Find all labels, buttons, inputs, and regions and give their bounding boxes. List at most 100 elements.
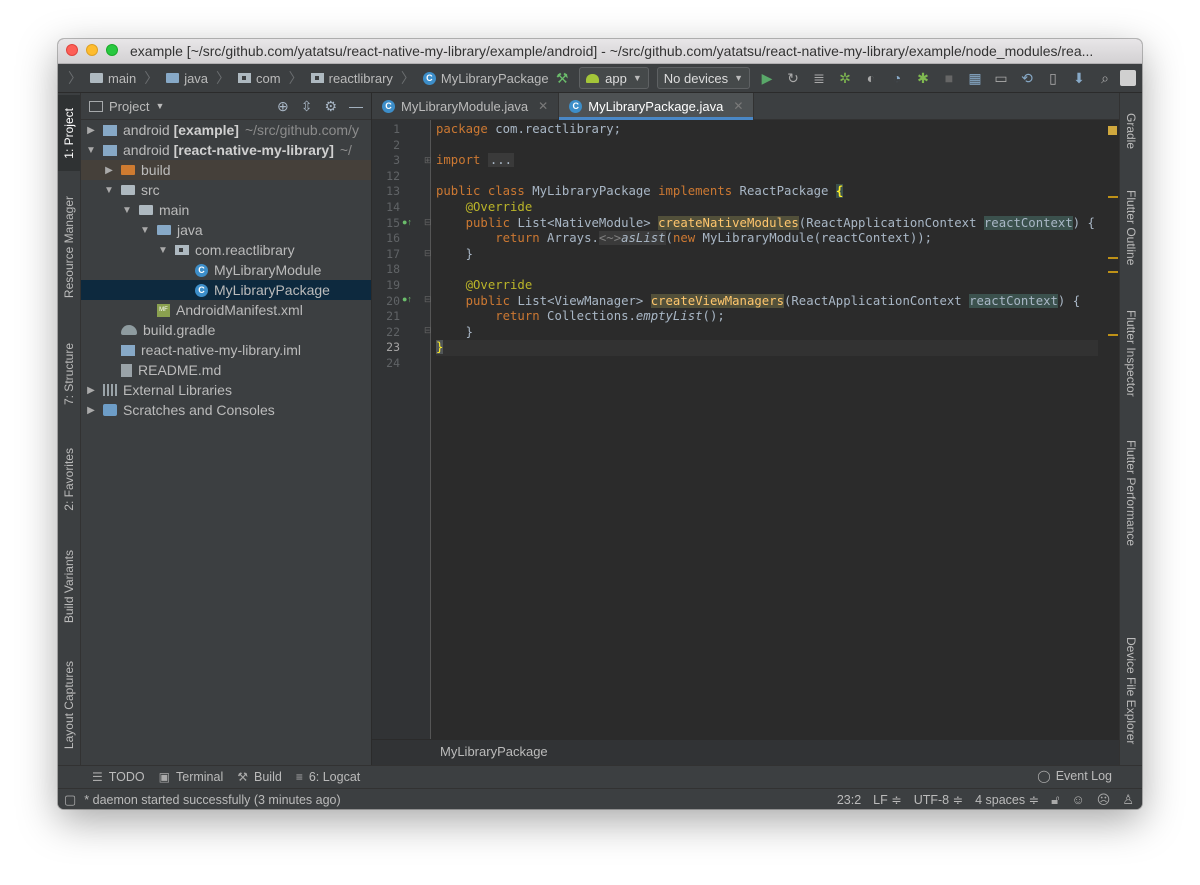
fold-icon[interactable]: ⊟ <box>424 325 432 336</box>
close-icon[interactable]: ✕ <box>538 99 548 113</box>
tab-favorites[interactable]: 2: Favorites <box>58 433 80 525</box>
apply-changes-icon[interactable]: ↻ <box>782 67 804 89</box>
user-icon[interactable] <box>1120 70 1136 86</box>
collapse-arrow-icon[interactable]: ▼ <box>121 205 133 216</box>
editor-breadcrumb[interactable]: MyLibraryPackage <box>440 744 548 759</box>
tree-item-android-example[interactable]: ▶ android [example] ~/src/github.com/y <box>81 120 371 140</box>
collapse-all-icon[interactable]: ⇳ <box>301 98 313 115</box>
tree-item-mylibrarymodule[interactable]: C MyLibraryModule <box>81 260 371 280</box>
inspection-status-icon[interactable] <box>1108 126 1117 135</box>
tree-item-iml[interactable]: react-native-my-library.iml <box>81 340 371 360</box>
tree-item-external-libraries[interactable]: ▶ External Libraries <box>81 380 371 400</box>
line-separator-select[interactable]: LF ≑ <box>873 792 902 807</box>
crumb-java[interactable]: java <box>164 71 210 86</box>
tab-device-file-explorer[interactable]: Device File Explorer <box>1120 625 1142 757</box>
tree-item-build-gradle[interactable]: build.gradle <box>81 320 371 340</box>
expand-arrow-icon[interactable]: ▶ <box>85 385 97 396</box>
fold-icon[interactable]: ⊞ <box>424 155 432 166</box>
tree-item-androidmanifest[interactable]: MF AndroidManifest.xml <box>81 300 371 320</box>
collapse-arrow-icon[interactable]: ▼ <box>157 245 169 256</box>
folded-imports[interactable]: ... <box>487 153 515 168</box>
crumb-mylibrarypackage[interactable]: C MyLibraryPackage <box>421 71 551 86</box>
chevron-down-icon[interactable]: ▼ <box>155 101 164 111</box>
encoding-select[interactable]: UTF-8 ≑ <box>914 792 963 807</box>
lock-icon[interactable]: 🔓︎ <box>1051 792 1059 808</box>
inspector-icon[interactable]: ♙ <box>1122 792 1134 808</box>
status-message[interactable]: * daemon started successfully (3 minutes… <box>84 793 340 807</box>
sdk-manager-icon[interactable]: ⬇ <box>1068 67 1090 89</box>
tab-todo[interactable]: ☰ TODO <box>92 770 145 784</box>
tree-item-readme[interactable]: README.md <box>81 360 371 380</box>
tab-terminal[interactable]: ▣ Terminal <box>159 770 224 784</box>
device-select[interactable]: No devices ▼ <box>656 67 750 89</box>
toggle-tool-windows-icon[interactable]: ▢ <box>64 792 76 808</box>
tab-gradle[interactable]: Gradle <box>1120 101 1142 161</box>
gear-icon[interactable]: ⚙ <box>324 98 337 115</box>
terminal-icon[interactable]: ▭ <box>990 67 1012 89</box>
happy-face-icon[interactable]: ☺ <box>1072 792 1085 807</box>
tab-structure[interactable]: 7: Structure <box>58 329 80 419</box>
tab-event-log[interactable]: ◯ Event Log <box>1037 769 1112 783</box>
expand-arrow-icon[interactable]: ▶ <box>85 405 97 416</box>
run-config-select[interactable]: app ▼ <box>579 67 649 89</box>
hammer-icon[interactable]: ⚒ <box>551 67 573 89</box>
crumb-reactlibrary[interactable]: reactlibrary <box>309 71 395 86</box>
close-window-button[interactable] <box>66 44 78 56</box>
indent-select[interactable]: 4 spaces ≑ <box>975 792 1039 807</box>
search-icon[interactable]: ⌕ <box>1094 67 1116 89</box>
crumb-com[interactable]: com <box>236 71 283 86</box>
implements-marker-icon[interactable]: ●↑ <box>402 217 412 227</box>
project-view-select[interactable]: Project <box>109 99 149 114</box>
tab-build-variants[interactable]: Build Variants <box>58 539 80 635</box>
tab-logcat[interactable]: ≡ 6: Logcat <box>296 770 360 784</box>
minimize-window-button[interactable] <box>86 44 98 56</box>
code-editor[interactable]: package com.reactlibrary; import ... pub… <box>436 120 1098 740</box>
tree-item-com-reactlibrary[interactable]: ▼ com.reactlibrary <box>81 240 371 260</box>
sad-face-icon[interactable]: ☹ <box>1097 792 1111 808</box>
tab-mylibrarypackage[interactable]: C MyLibraryPackage.java ✕ <box>559 93 755 120</box>
avd-manager-icon[interactable]: ▯ <box>1042 67 1064 89</box>
tree-item-src[interactable]: ▼ src <box>81 180 371 200</box>
expand-arrow-icon[interactable]: ▶ <box>85 125 97 136</box>
close-icon[interactable]: ✕ <box>733 99 743 113</box>
tab-build[interactable]: ⚒ Build <box>237 770 282 784</box>
collapse-arrow-icon[interactable]: ▼ <box>103 185 115 196</box>
attach-debugger-icon[interactable]: ✱ <box>912 67 934 89</box>
hide-icon[interactable]: — <box>349 98 363 114</box>
expand-arrow-icon[interactable]: ▶ <box>103 165 115 176</box>
error-stripe[interactable] <box>1106 120 1120 740</box>
tab-project[interactable]: 1: Project <box>58 95 80 171</box>
warning-marker[interactable] <box>1108 271 1118 273</box>
fold-icon[interactable]: ⊟ <box>424 217 432 228</box>
tab-mylibrarymodule[interactable]: C MyLibraryModule.java ✕ <box>372 93 560 119</box>
profile-icon[interactable]: ◔ <box>886 67 908 89</box>
tree-item-scratches[interactable]: ▶ Scratches and Consoles <box>81 400 371 420</box>
collapse-arrow-icon[interactable]: ▼ <box>85 145 97 156</box>
fold-icon[interactable]: ⊟ <box>424 248 432 259</box>
run-icon[interactable]: ▶ <box>756 67 778 89</box>
project-structure-icon[interactable]: ▦ <box>964 67 986 89</box>
locate-icon[interactable]: ⊕ <box>277 98 289 115</box>
tab-resource-manager[interactable]: Resource Manager <box>58 189 80 305</box>
collapse-arrow-icon[interactable]: ▼ <box>139 225 151 236</box>
sync-gradle-icon[interactable]: ⟲ <box>1016 67 1038 89</box>
tree-item-java[interactable]: ▼ java <box>81 220 371 240</box>
stop-icon[interactable]: ■ <box>938 67 960 89</box>
line-number-gutter[interactable]: 1 2 3 12 13 14 15 16 17 18 19 20 21 22 2… <box>372 120 432 740</box>
coverage-icon[interactable]: ◐ <box>860 67 882 89</box>
tree-item-build[interactable]: ▶ build <box>81 160 371 180</box>
implements-marker-icon[interactable]: ●↑ <box>402 294 412 304</box>
apply-code-changes-icon[interactable]: ≣ <box>808 67 830 89</box>
tree-item-mylibrarypackage[interactable]: C MyLibraryPackage <box>81 280 371 300</box>
tree-item-android-library[interactable]: ▼ android [react-native-my-library] ~/ <box>81 140 371 160</box>
fold-icon[interactable]: ⊟ <box>424 294 432 305</box>
zoom-window-button[interactable] <box>106 44 118 56</box>
tab-layout-captures[interactable]: Layout Captures <box>58 649 80 761</box>
warning-marker[interactable] <box>1108 257 1118 259</box>
warning-marker[interactable] <box>1108 196 1118 198</box>
tab-flutter-performance[interactable]: Flutter Performance <box>1120 429 1142 557</box>
crumb-main[interactable]: main <box>88 71 138 86</box>
debug-icon[interactable]: ✲ <box>834 67 856 89</box>
tab-flutter-outline[interactable]: Flutter Outline <box>1120 179 1142 277</box>
tab-flutter-inspector[interactable]: Flutter Inspector <box>1120 297 1142 409</box>
